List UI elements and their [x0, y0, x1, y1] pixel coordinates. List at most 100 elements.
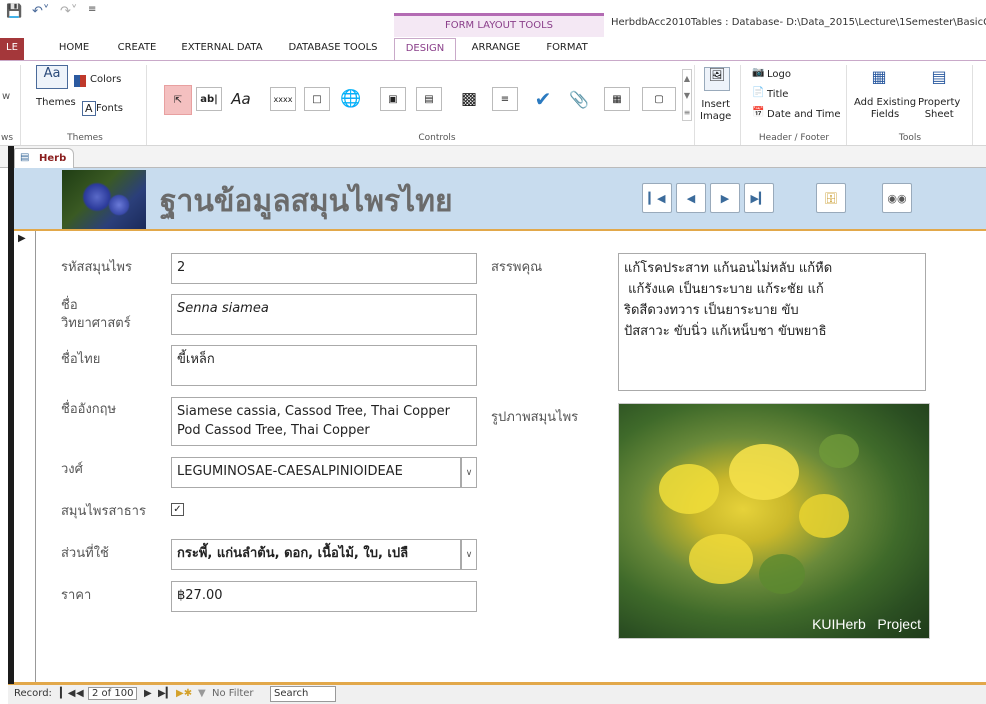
date-time-icon: 📅 — [752, 107, 765, 118]
new-record-icon: 🗄 — [824, 191, 838, 205]
context-title: FORM LAYOUT TOOLS — [444, 20, 554, 31]
views-group-label: ws — [0, 133, 14, 143]
insert-image-button[interactable]: Insert Image — [700, 99, 731, 123]
chevron-down-icon: ∨ — [465, 467, 473, 478]
logo-image — [62, 170, 146, 229]
filter-icon: ▼ — [198, 688, 206, 699]
tab-file[interactable]: LE — [0, 38, 24, 60]
tab-arrange[interactable]: ARRANGE — [462, 38, 530, 60]
next-record-button[interactable]: ▶ — [710, 183, 740, 213]
public-herb-checkbox[interactable]: ✓ — [171, 503, 184, 516]
themes-icon[interactable]: Aa — [36, 65, 68, 89]
themes-group-label: Themes — [67, 133, 103, 143]
fonts-button[interactable]: Fonts — [96, 103, 123, 114]
controls-gallery-scroll[interactable]: ▲ ▼ ≡ — [682, 69, 692, 121]
english-name-label: ชื่ออังกฤษ — [61, 402, 117, 417]
colors-icon — [74, 75, 86, 87]
navigation-control-icon[interactable]: ▤ — [416, 87, 442, 111]
last-record-button[interactable]: ▶▎ — [744, 183, 774, 213]
price-field[interactable]: ฿27.00 — [171, 581, 477, 612]
undo-icon[interactable]: ↶˅ — [32, 4, 49, 19]
no-filter-button[interactable]: No Filter — [212, 688, 254, 699]
chart-control-icon[interactable]: ▢ — [642, 87, 676, 111]
colors-button[interactable]: Colors — [90, 74, 121, 85]
price-label: ราคา — [61, 588, 92, 603]
tab-herb-form[interactable]: ▤ Herb — [14, 148, 74, 168]
label-control[interactable]: Aa — [228, 87, 254, 111]
first-record-button[interactable]: ▎◀ — [642, 183, 672, 213]
add-existing-fields-button[interactable]: Add Existing Fields — [854, 97, 916, 121]
fonts-icon: A — [82, 101, 96, 116]
record-selector[interactable]: ▶ — [14, 231, 36, 684]
find-record-button[interactable]: ◉◉ — [882, 183, 912, 213]
previous-record-nav-icon[interactable]: ◀ — [76, 688, 84, 699]
property-sheet-button[interactable]: Property Sheet — [918, 97, 960, 121]
search-input[interactable]: Search — [270, 686, 336, 702]
new-record-button[interactable]: 🗄 — [816, 183, 846, 213]
window-title: HerbdbAcc2010Tables : Database- D:\Data_… — [611, 17, 986, 28]
photo-caption: KUIHerb Project — [812, 616, 921, 632]
herb-photo[interactable]: KUIHerb Project — [618, 403, 930, 639]
document-tab-bar: ▤ Herb — [0, 146, 986, 168]
tab-control-icon[interactable]: □ — [304, 87, 330, 111]
family-dropdown-button[interactable]: ∨ — [461, 457, 477, 488]
subform-icon[interactable]: ▦ — [604, 87, 630, 111]
new-record-nav-icon[interactable]: ▶✱ — [176, 688, 192, 699]
add-existing-fields-icon[interactable]: ▦ — [866, 67, 892, 91]
button-control[interactable]: xxxx — [270, 87, 296, 111]
id-label: รหัสสมุนไพร — [61, 260, 132, 275]
option-group-icon[interactable]: ▩ — [456, 87, 482, 111]
id-field[interactable]: 2 — [171, 253, 477, 284]
view-stub[interactable]: w — [2, 91, 10, 102]
title-bar: 💾 ↶˅ ↷˅ ≡ FORM LAYOUT TOOLS HerbdbAcc201… — [0, 0, 986, 38]
previous-record-button[interactable]: ◀ — [676, 183, 706, 213]
parts-used-combo[interactable]: กระพี้, แก่นลำต้น, ดอก, เนื้อไม้, ใบ, เป… — [171, 539, 461, 570]
tools-group-label: Tools — [898, 133, 922, 143]
properties-field[interactable]: แก้โรคประสาท แก้นอนไม่หลับ แก้หืด แก้รัง… — [618, 253, 926, 391]
tab-home[interactable]: HOME — [46, 38, 102, 60]
form-header: ฐานข้อมูลสมุนไพรไทย ▎◀ ◀ ▶ ▶▎ 🗄 ◉◉ — [14, 168, 986, 231]
first-record-nav-icon[interactable]: ▎◀ — [60, 688, 75, 699]
photo-label: รูปภาพสมุนไพร — [491, 410, 579, 425]
header-footer-group-label: Header / Footer — [758, 133, 830, 143]
next-record-nav-icon[interactable]: ▶ — [144, 688, 152, 699]
tab-create[interactable]: CREATE — [108, 38, 166, 60]
property-sheet-icon[interactable]: ▤ — [928, 67, 950, 91]
web-browser-icon[interactable]: ▣ — [380, 87, 406, 111]
thai-name-field[interactable]: ขี้เหล็ก — [171, 345, 477, 386]
tab-herb-label: Herb — [39, 153, 67, 164]
insert-image-icon[interactable]: 🖼 — [704, 67, 730, 91]
current-record-arrow-icon: ▶ — [18, 233, 26, 244]
tab-database-tools[interactable]: DATABASE TOOLS — [280, 38, 386, 60]
redo-icon[interactable]: ↷˅ — [60, 4, 77, 19]
check-box-icon[interactable]: ✔ — [530, 87, 556, 111]
context-tab-header: FORM LAYOUT TOOLS — [394, 13, 604, 37]
family-label: วงศ์ — [61, 462, 83, 477]
title-icon: 📄 — [752, 87, 765, 98]
page-break-icon[interactable]: ≡ — [492, 87, 518, 111]
english-name-field[interactable]: Siamese cassia, Cassod Tree, Thai Copper… — [171, 397, 477, 446]
hyperlink-icon[interactable]: 🌐 — [338, 87, 364, 111]
qat-customize-icon[interactable]: ≡ — [88, 4, 96, 15]
record-navigation-bar: Record: ▎◀ ◀ 2 of 100 ▶ ▶▎ ▶✱ ▼ No Filte… — [8, 684, 986, 704]
text-box-control[interactable]: ab| — [196, 87, 222, 111]
current-record-box[interactable]: 2 of 100 — [88, 687, 138, 700]
select-pointer-icon[interactable]: ⇱ — [164, 85, 192, 115]
family-combo[interactable]: LEGUMINOSAE-CAESALPINIOIDEAE — [171, 457, 461, 488]
logo-icon: 📷 — [752, 67, 765, 78]
public-herb-label: สมุนไพรสาธาร — [61, 504, 146, 519]
chevron-down-icon: ∨ — [465, 549, 473, 560]
logo-button[interactable]: Logo — [767, 69, 791, 80]
date-time-button[interactable]: Date and Time — [767, 109, 841, 120]
last-record-nav-icon[interactable]: ▶▎ — [158, 688, 173, 699]
tab-design[interactable]: DESIGN — [394, 38, 456, 61]
tab-external-data[interactable]: EXTERNAL DATA — [174, 38, 270, 60]
scientific-name-field[interactable]: Senna siamea — [171, 294, 477, 335]
first-record-icon: ▎◀ — [648, 191, 666, 205]
parts-used-dropdown-button[interactable]: ∨ — [461, 539, 477, 570]
themes-button[interactable]: Themes — [36, 97, 76, 108]
save-icon[interactable]: 💾 — [6, 4, 22, 19]
tab-format[interactable]: FORMAT — [536, 38, 598, 60]
attachment-icon[interactable]: 📎 — [566, 87, 592, 111]
title-button[interactable]: Title — [767, 89, 788, 100]
